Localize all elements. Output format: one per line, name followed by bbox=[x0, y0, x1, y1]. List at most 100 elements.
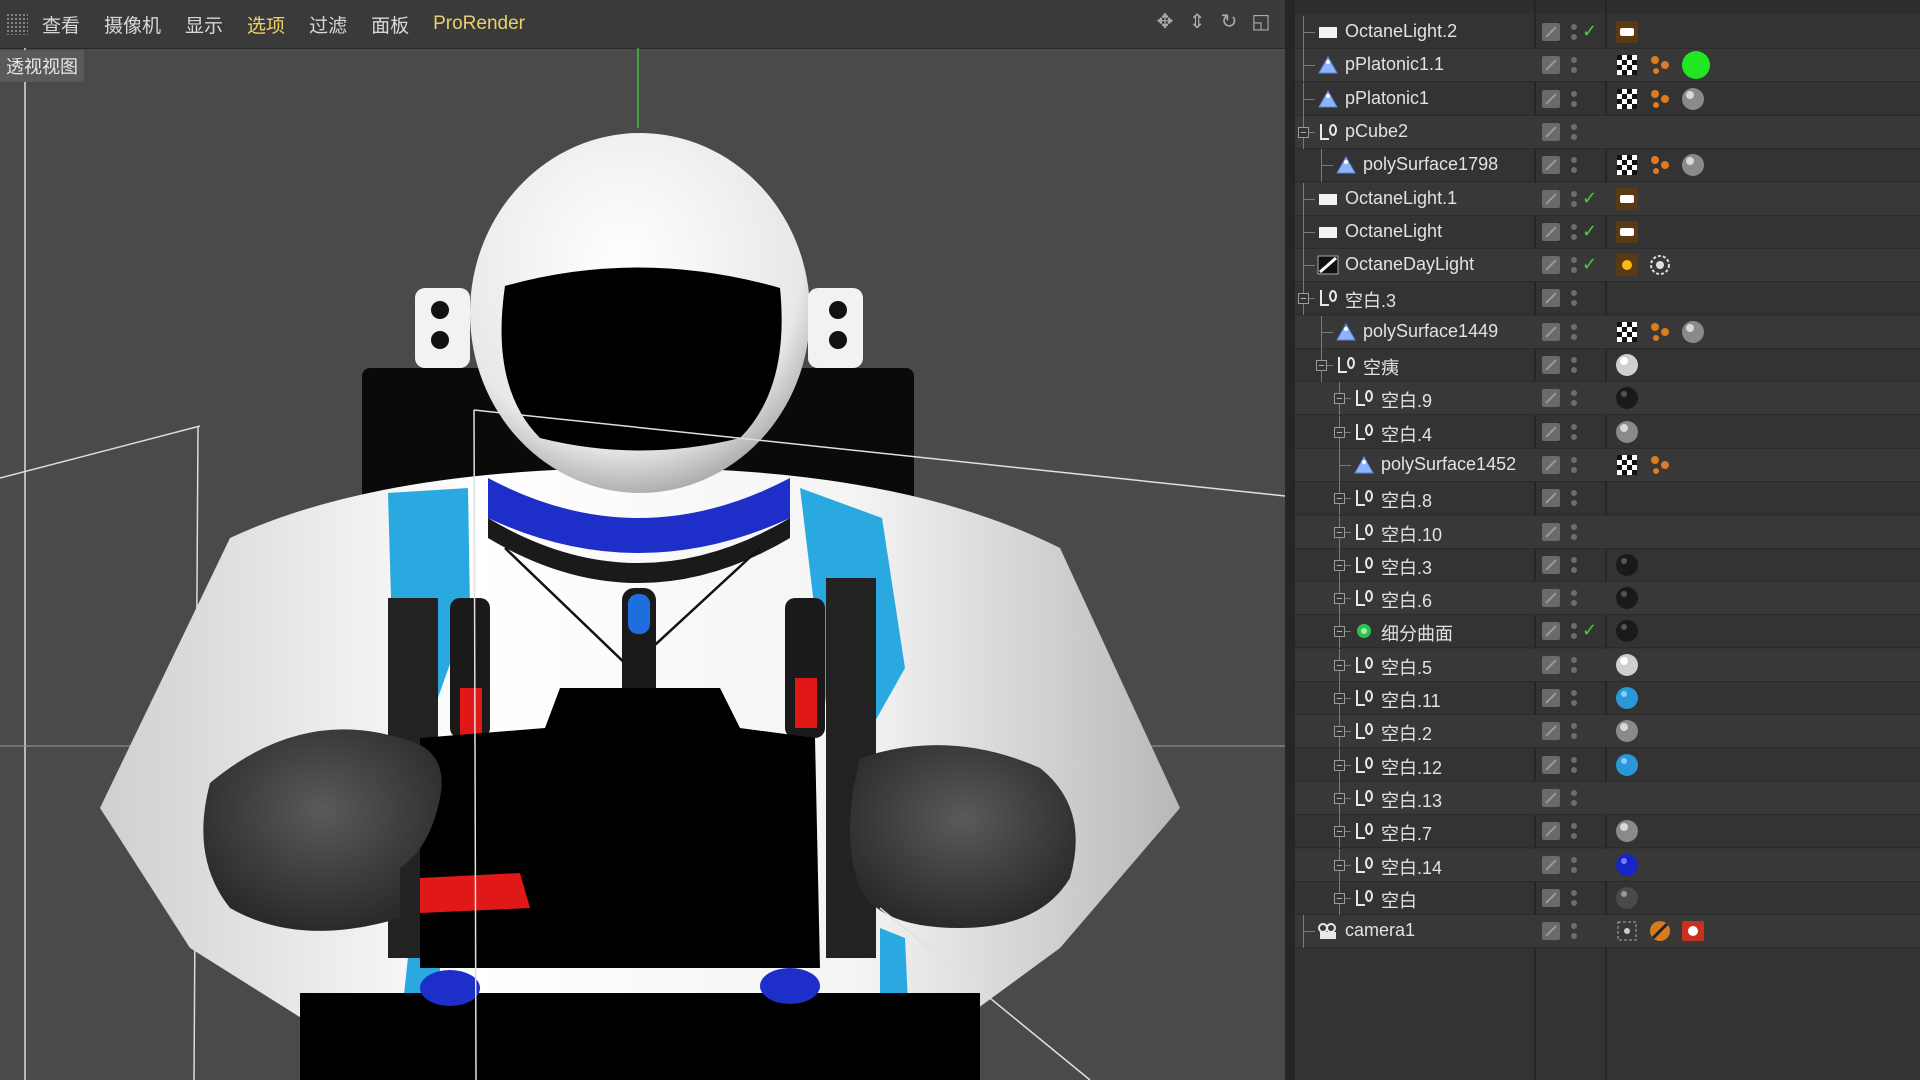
material-darkblue-icon[interactable] bbox=[1615, 853, 1639, 877]
expand-toggle-icon[interactable]: − bbox=[1298, 126, 1309, 138]
material-white-icon[interactable] bbox=[1615, 653, 1639, 677]
object-name[interactable]: 空白.9 bbox=[1381, 387, 1432, 413]
viewport-label[interactable]: 透视视图 bbox=[0, 50, 84, 82]
render-camera-tag-icon[interactable] bbox=[1681, 919, 1705, 943]
enabled-check-icon[interactable]: ✓ bbox=[1582, 620, 1597, 641]
visibility-dots-icon[interactable] bbox=[1571, 855, 1577, 875]
visibility-dots-icon[interactable] bbox=[1571, 588, 1577, 608]
visibility-dots-icon[interactable] bbox=[1571, 888, 1577, 908]
menu-filter[interactable]: 过滤 bbox=[309, 11, 347, 38]
octane-light-tag-icon[interactable] bbox=[1615, 187, 1639, 211]
layer-toggle-icon[interactable] bbox=[1542, 289, 1560, 308]
visibility-dots-icon[interactable] bbox=[1571, 355, 1577, 375]
layer-toggle-icon[interactable] bbox=[1542, 822, 1560, 841]
rotate-view-icon[interactable]: ↻ bbox=[1217, 10, 1241, 34]
object-name[interactable]: polySurface1449 bbox=[1363, 321, 1498, 342]
menu-prorender[interactable]: ProRender bbox=[433, 13, 525, 35]
material-grey-icon[interactable] bbox=[1615, 420, 1639, 444]
object-name[interactable]: 空白.3 bbox=[1345, 287, 1396, 313]
object-name[interactable]: 空白.3 bbox=[1381, 554, 1432, 580]
octane-light-tag-icon[interactable] bbox=[1615, 20, 1639, 44]
phong-tag-icon[interactable] bbox=[1648, 87, 1672, 111]
layer-toggle-icon[interactable] bbox=[1542, 589, 1560, 608]
material-grey-icon[interactable] bbox=[1615, 819, 1639, 843]
visibility-dots-icon[interactable] bbox=[1571, 222, 1577, 242]
sun-tag-icon[interactable] bbox=[1615, 253, 1639, 277]
layer-toggle-icon[interactable] bbox=[1542, 89, 1560, 108]
panel-grip-icon[interactable] bbox=[6, 13, 28, 35]
protection-tag-icon[interactable] bbox=[1648, 919, 1672, 943]
object-row[interactable]: − 空白.5 bbox=[1295, 648, 1920, 682]
object-row[interactable]: pPlatonic1 bbox=[1295, 82, 1920, 116]
object-row[interactable]: − 空白.3 bbox=[1295, 548, 1920, 582]
object-row[interactable]: − 空白.12 bbox=[1295, 748, 1920, 782]
enabled-check-icon[interactable]: ✓ bbox=[1582, 221, 1597, 242]
expand-toggle-icon[interactable]: − bbox=[1334, 493, 1345, 505]
object-row[interactable]: OctaneLight.2 ✓ bbox=[1295, 16, 1920, 49]
camera-target-tag-icon[interactable] bbox=[1615, 919, 1639, 943]
expand-toggle-icon[interactable]: − bbox=[1334, 693, 1345, 705]
visibility-dots-icon[interactable] bbox=[1571, 788, 1577, 808]
expand-toggle-icon[interactable]: − bbox=[1334, 659, 1345, 671]
texture-tag-icon[interactable] bbox=[1615, 453, 1639, 477]
layer-toggle-icon[interactable] bbox=[1542, 489, 1560, 508]
object-name[interactable]: 空白.12 bbox=[1381, 754, 1442, 780]
layer-toggle-icon[interactable] bbox=[1542, 555, 1560, 574]
toggle-layout-icon[interactable]: ◱ bbox=[1249, 10, 1273, 34]
menu-panel[interactable]: 面板 bbox=[371, 11, 409, 38]
object-row[interactable]: − 空白.6 bbox=[1295, 582, 1920, 616]
expand-toggle-icon[interactable]: − bbox=[1334, 726, 1345, 738]
object-name[interactable]: pCube2 bbox=[1345, 121, 1408, 142]
object-name[interactable]: OctaneLight.2 bbox=[1345, 21, 1457, 42]
move-view-icon[interactable]: ✥ bbox=[1153, 10, 1177, 34]
layer-toggle-icon[interactable] bbox=[1542, 422, 1560, 441]
layer-toggle-icon[interactable] bbox=[1542, 189, 1560, 208]
object-name[interactable]: 空白.13 bbox=[1381, 787, 1442, 813]
material-grey-icon[interactable] bbox=[1681, 320, 1705, 344]
visibility-dots-icon[interactable] bbox=[1571, 455, 1577, 475]
object-row[interactable]: − 空白.8 bbox=[1295, 482, 1920, 516]
material-black-icon[interactable] bbox=[1615, 386, 1639, 410]
object-name[interactable]: 空白.8 bbox=[1381, 487, 1432, 513]
object-row[interactable]: camera1 bbox=[1295, 915, 1920, 949]
object-row[interactable]: − 细分曲面 ✓ bbox=[1295, 615, 1920, 649]
visibility-dots-icon[interactable] bbox=[1571, 22, 1577, 42]
expand-toggle-icon[interactable]: − bbox=[1316, 360, 1327, 372]
object-row[interactable]: − 空白.14 bbox=[1295, 848, 1920, 882]
menu-camera[interactable]: 摄像机 bbox=[104, 11, 161, 38]
phong-tag-icon[interactable] bbox=[1648, 153, 1672, 177]
object-row[interactable]: − 空白.9 bbox=[1295, 382, 1920, 416]
visibility-dots-icon[interactable] bbox=[1571, 122, 1577, 142]
material-black-icon[interactable] bbox=[1615, 553, 1639, 577]
octane-light-tag-icon[interactable] bbox=[1615, 220, 1639, 244]
visibility-dots-icon[interactable] bbox=[1571, 755, 1577, 775]
layer-toggle-icon[interactable] bbox=[1542, 622, 1560, 641]
visibility-dots-icon[interactable] bbox=[1571, 255, 1577, 275]
visibility-dots-icon[interactable] bbox=[1571, 555, 1577, 575]
layer-toggle-icon[interactable] bbox=[1542, 722, 1560, 741]
expand-toggle-icon[interactable]: − bbox=[1334, 892, 1345, 904]
visibility-dots-icon[interactable] bbox=[1571, 488, 1577, 508]
material-blue-icon[interactable] bbox=[1615, 686, 1639, 710]
phong-tag-icon[interactable] bbox=[1648, 453, 1672, 477]
layer-toggle-icon[interactable] bbox=[1542, 888, 1560, 907]
object-row[interactable]: − 空白.4 bbox=[1295, 415, 1920, 449]
texture-tag-icon[interactable] bbox=[1615, 53, 1639, 77]
object-name[interactable]: 空痍 bbox=[1363, 354, 1399, 380]
object-row[interactable]: − pCube2 bbox=[1295, 115, 1920, 149]
visibility-dots-icon[interactable] bbox=[1571, 155, 1577, 175]
object-row[interactable]: pPlatonic1.1 bbox=[1295, 49, 1920, 83]
layer-toggle-icon[interactable] bbox=[1542, 122, 1560, 141]
expand-toggle-icon[interactable]: − bbox=[1334, 393, 1345, 405]
object-name[interactable]: 空白.4 bbox=[1381, 421, 1432, 447]
object-row[interactable]: OctaneDayLight ✓ bbox=[1295, 249, 1920, 283]
visibility-dots-icon[interactable] bbox=[1571, 189, 1577, 209]
object-name[interactable]: camera1 bbox=[1345, 920, 1415, 941]
scene-render[interactable] bbox=[0, 48, 1285, 1080]
layer-toggle-icon[interactable] bbox=[1542, 522, 1560, 541]
expand-toggle-icon[interactable]: − bbox=[1334, 759, 1345, 771]
object-name[interactable]: 空白.11 bbox=[1381, 687, 1441, 713]
visibility-dots-icon[interactable] bbox=[1571, 288, 1577, 308]
material-black-icon[interactable] bbox=[1615, 619, 1639, 643]
expand-toggle-icon[interactable]: − bbox=[1334, 526, 1345, 538]
